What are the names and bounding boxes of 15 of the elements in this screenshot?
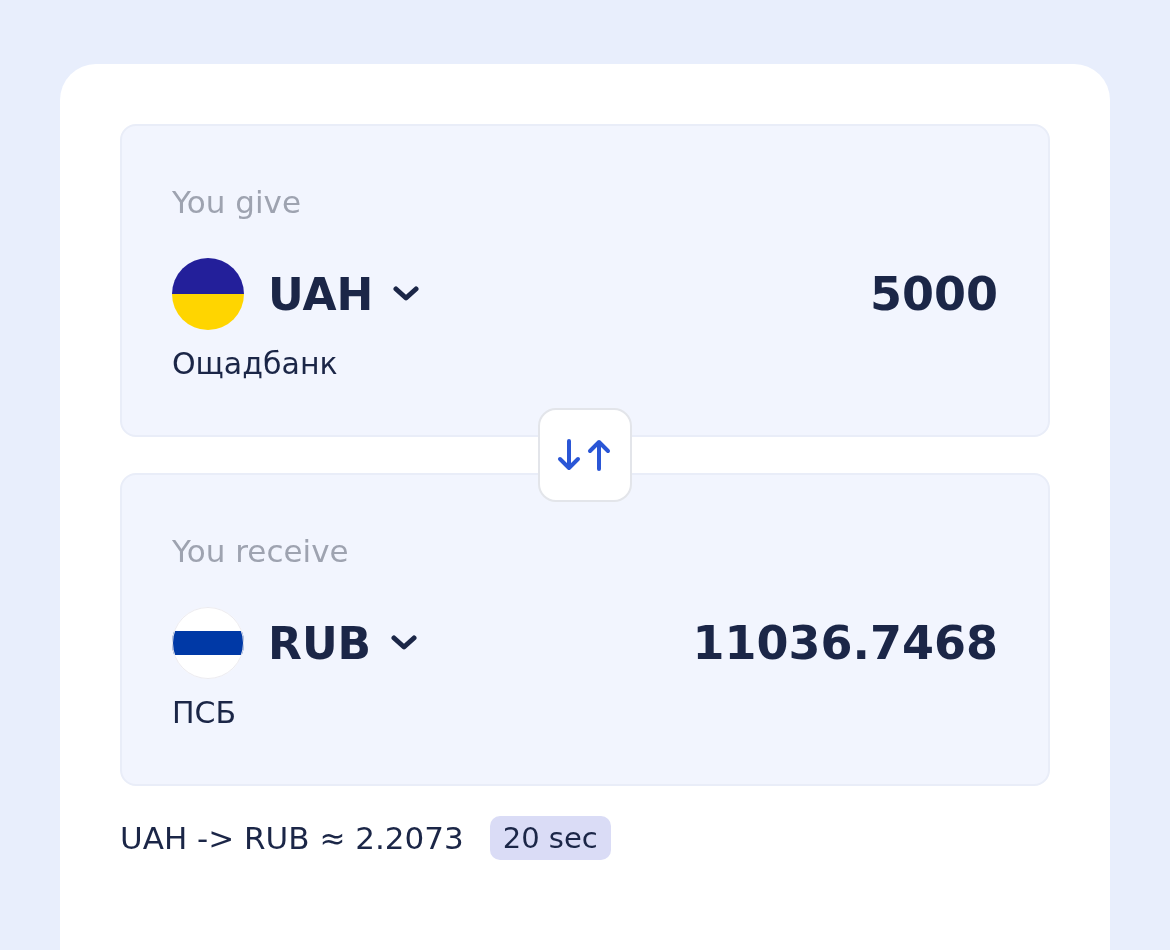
exchange-rate: UAH -> RUB ≈ 2.2073 (120, 820, 464, 856)
timer-badge: 20 sec (489, 816, 611, 860)
currency-select[interactable]: RUB (268, 617, 418, 669)
flag-icon (172, 258, 244, 330)
currency-select[interactable]: UAH (268, 268, 420, 320)
amount-value: 5000 (869, 267, 998, 321)
amount-value: 11036.7468 (692, 616, 998, 670)
swap-arrows-icon (557, 439, 613, 471)
swap-button[interactable] (538, 408, 632, 502)
panel-label: You give (172, 184, 302, 220)
bank-name: Ощадбанк (172, 346, 339, 381)
chevron-down-icon (391, 635, 418, 651)
chevron-down-icon (393, 286, 420, 302)
bank-name: ПСБ (172, 695, 238, 730)
panel-label: You receive (172, 533, 350, 569)
